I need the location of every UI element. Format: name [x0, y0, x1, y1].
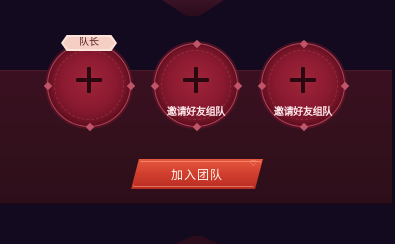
top-decoration — [162, 0, 224, 16]
invite-friend-label: 邀请好友组队 — [166, 107, 226, 118]
slot-ornament — [192, 39, 202, 49]
team-slot-invite-1[interactable]: 邀请好友组队 — [150, 39, 243, 132]
bottom-decoration — [175, 236, 219, 244]
leader-badge-label: 队长 — [63, 37, 115, 49]
leader-badge: 队长 — [61, 35, 117, 51]
team-slot-invite-2[interactable]: 邀请好友组队 — [257, 39, 350, 132]
team-slot-leader[interactable] — [43, 39, 136, 132]
invite-friend-label: 邀请好友组队 — [273, 107, 333, 118]
plus-icon — [290, 67, 316, 94]
slot-ornament — [299, 39, 309, 49]
join-team-button[interactable]: ♡ 加入团队 — [131, 159, 263, 189]
join-button-label: 加入团队 — [170, 168, 223, 182]
plus-icon — [183, 67, 209, 94]
plus-icon — [76, 67, 102, 94]
